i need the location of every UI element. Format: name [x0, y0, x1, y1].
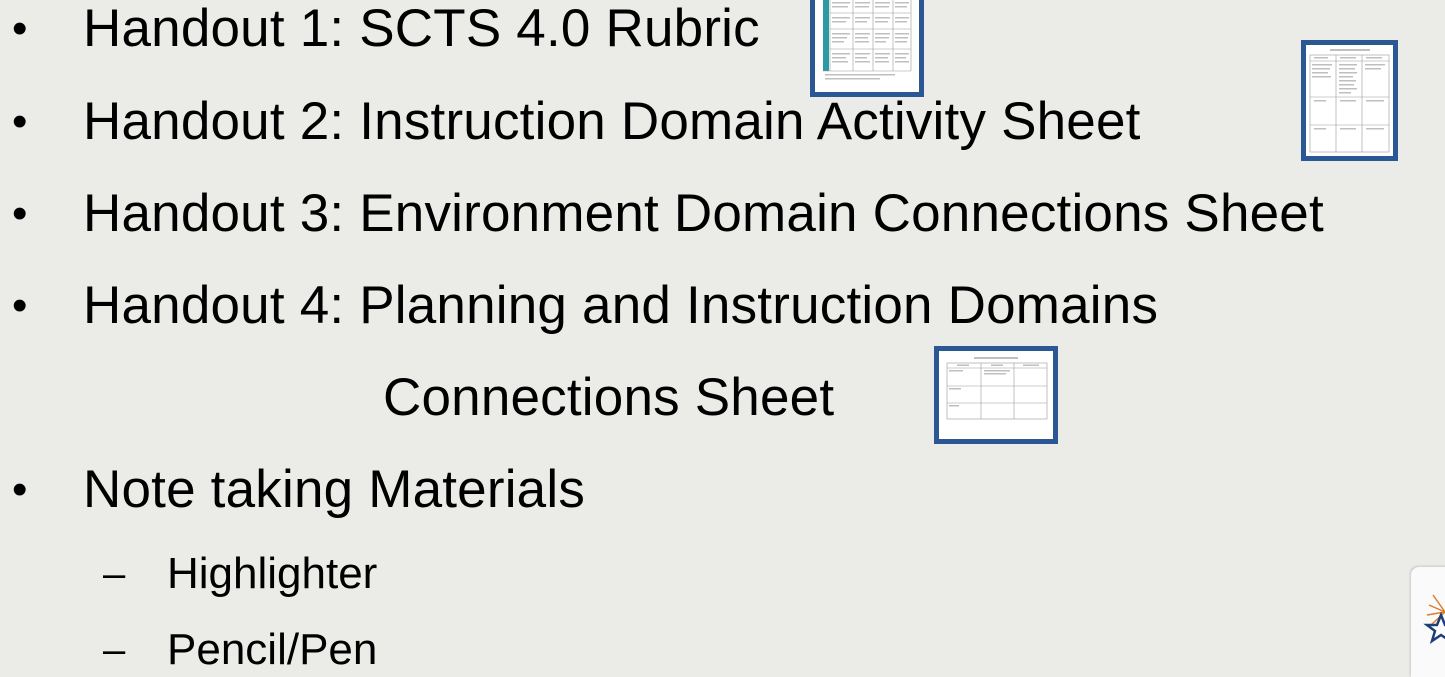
- rubric-thumbnail-icon: [810, 0, 924, 97]
- sub-bullet-marker: –: [103, 628, 126, 672]
- sub-bullet-marker: –: [103, 552, 126, 596]
- activity-sheet-thumbnail-icon: [1301, 40, 1398, 161]
- note-taking-item: Note taking Materials: [83, 460, 586, 519]
- handout-4-continuation: Connections Sheet: [383, 368, 835, 427]
- handout-2-item: Handout 2: Instruction Domain Activity S…: [83, 92, 1141, 151]
- bullet-marker: •: [12, 189, 28, 238]
- logo-icon: [1411, 567, 1445, 677]
- handout-1-item: Handout 1: SCTS 4.0 Rubric: [83, 0, 760, 58]
- highlighter-sub-item: Highlighter: [167, 549, 378, 598]
- bullet-marker: •: [12, 97, 28, 146]
- connections-sheet-thumbnail-icon: [934, 346, 1058, 444]
- bullet-marker: •: [12, 4, 28, 53]
- bullet-marker: •: [12, 465, 28, 514]
- handout-3-item: Handout 3: Environment Domain Connection…: [83, 184, 1324, 243]
- bullet-marker: •: [12, 281, 28, 330]
- handout-4-item: Handout 4: Planning and Instruction Doma…: [83, 276, 1159, 335]
- pencil-pen-sub-item: Pencil/Pen: [167, 625, 378, 674]
